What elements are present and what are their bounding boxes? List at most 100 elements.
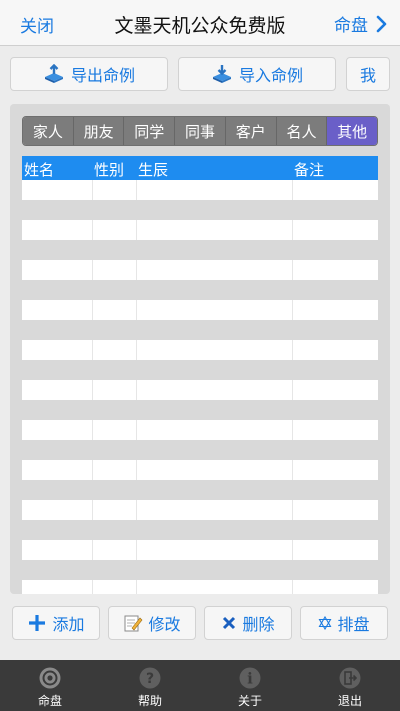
me-button[interactable]: 我 [346,57,390,91]
table-row[interactable] [22,520,378,540]
table-cell-divider [292,580,293,594]
plus-icon [29,615,46,631]
export-icon [44,64,63,83]
tabbar-item-help[interactable]: ? 帮助 [100,660,200,711]
edit-button-label: 修改 [148,615,181,634]
table-cell-divider [92,540,93,560]
table-cell-divider [136,260,137,280]
table-cell-divider [292,420,293,440]
tabbar-item-chart[interactable]: 命盘 [0,660,100,711]
table-cell-divider [136,420,137,440]
column-header-gender: 性别 [94,161,125,179]
export-cases-button[interactable]: 导出命例 [10,57,168,91]
action-button-row: 添加 修改 删除 排盘 [12,606,390,640]
import-cases-label: 导入命例 [238,66,303,85]
tab-clients[interactable]: 客户 [225,117,277,145]
column-header-note: 备注 [294,161,325,179]
table-header: 姓名 性别 生辰 备注 [22,156,378,180]
table-row[interactable] [22,440,378,460]
table-cell-divider [292,300,293,320]
arrange-chart-label: 排盘 [337,615,370,634]
table-row[interactable] [22,400,378,420]
table-row[interactable] [22,320,378,340]
top-button-row: 导出命例 导入命例 我 [10,57,390,91]
table-cell-divider [92,420,93,440]
chevron-right-icon [376,15,387,32]
target-icon [39,667,61,689]
delete-button-label: 删除 [242,615,275,634]
table-row[interactable] [22,280,378,300]
svg-text:?: ? [146,671,154,687]
edit-icon [124,615,143,632]
category-tabs: 家人 朋友 同学 同事 客户 名人 其他 [22,116,378,146]
help-icon: ? [139,667,161,689]
chart-button[interactable]: 命盘 [334,11,390,36]
table-row[interactable] [22,460,378,480]
table-row[interactable] [22,360,378,380]
table-row[interactable] [22,200,378,220]
table-cell-divider [292,460,293,480]
table-row[interactable] [22,540,378,560]
tab-family[interactable]: 家人 [23,117,74,145]
table-cell-divider [92,260,93,280]
tab-other[interactable]: 其他 [327,117,377,145]
table-cell-divider [92,300,93,320]
table-cell-divider [136,180,137,200]
table-row[interactable] [22,420,378,440]
table-cell-divider [136,380,137,400]
table-cell-divider [136,220,137,240]
table-cell-divider [292,220,293,240]
x-icon [223,616,236,630]
tab-classmates[interactable]: 同学 [124,117,176,145]
table-cell-divider [292,380,293,400]
table-cell-divider [136,340,137,360]
table-cell-divider [92,500,93,520]
table-row[interactable] [22,580,378,594]
column-header-birth: 生辰 [138,161,169,179]
table-cell-divider [136,500,137,520]
table-row[interactable] [22,300,378,320]
tabbar-item-about[interactable]: i 关于 [200,660,300,711]
add-button[interactable]: 添加 [12,606,100,640]
table-cell-divider [292,180,293,200]
table-row[interactable] [22,220,378,240]
star-of-david-icon [319,616,332,630]
table-cell-divider [92,460,93,480]
table-row[interactable] [22,340,378,360]
table-cell-divider [92,380,93,400]
table-row[interactable] [22,500,378,520]
arrange-chart-button[interactable]: 排盘 [300,606,388,640]
table-row[interactable] [22,260,378,280]
table-cell-divider [92,580,93,594]
table-row[interactable] [22,180,378,200]
tab-colleagues[interactable]: 同事 [175,117,226,145]
exit-icon [339,667,361,689]
table-cell-divider [92,220,93,240]
import-icon [212,65,231,83]
table-cell-divider [292,260,293,280]
edit-button[interactable]: 修改 [108,606,196,640]
table-cell-divider [292,340,293,360]
tabbar-label-chart: 命盘 [37,694,62,708]
bottom-tab-bar: 命盘 ? 帮助 i 关于 退出 [0,660,400,711]
case-table-body[interactable] [22,180,378,594]
tab-friends[interactable]: 朋友 [73,117,125,145]
table-cell-divider [92,180,93,200]
info-icon: i [239,667,261,689]
import-cases-button[interactable]: 导入命例 [178,57,336,91]
table-row[interactable] [22,240,378,260]
add-button-label: 添加 [52,615,85,634]
column-header-name: 姓名 [24,161,55,179]
table-cell-divider [92,340,93,360]
delete-button[interactable]: 删除 [204,606,292,640]
tabbar-label-help: 帮助 [137,694,162,708]
tab-celebrities[interactable]: 名人 [276,117,328,145]
table-cell-divider [136,300,137,320]
table-cell-divider [136,460,137,480]
chart-button-label: 命盘 [334,16,368,36]
table-cell-divider [292,540,293,560]
table-row[interactable] [22,380,378,400]
table-row[interactable] [22,480,378,500]
table-row[interactable] [22,560,378,580]
tabbar-item-exit[interactable]: 退出 [300,660,400,711]
